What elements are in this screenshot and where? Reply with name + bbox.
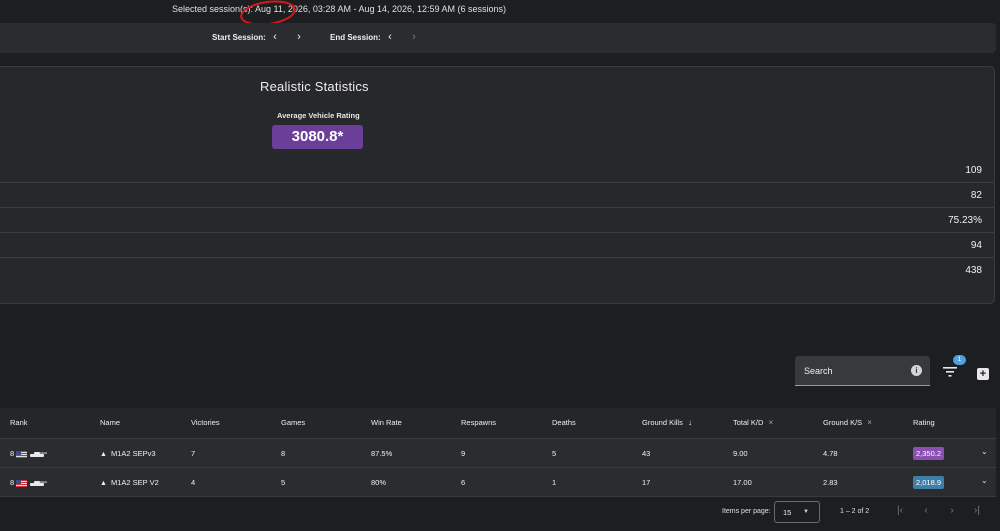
column-header-ground-kills[interactable]: Ground Kills ↓ — [642, 418, 692, 427]
victories-cell: 4 — [191, 478, 196, 487]
tank-icon — [30, 451, 48, 457]
column-header-total-kd[interactable]: Total K/D × — [733, 418, 773, 427]
stats-title: Realistic Statistics — [260, 79, 369, 94]
us-flag-icon — [16, 450, 28, 458]
next-page-icon[interactable]: › — [946, 505, 958, 516]
expand-row-icon[interactable]: ⌄ — [981, 447, 988, 456]
average-vehicle-rating-label: Average Vehicle Rating — [277, 111, 360, 120]
sort-descending-icon[interactable]: ↓ — [688, 418, 692, 427]
column-header-rank[interactable]: Rank — [10, 418, 28, 427]
start-session-label: Start Session: — [212, 33, 266, 42]
column-header-games[interactable]: Games — [281, 418, 305, 427]
items-per-page-label: Items per page: — [722, 508, 771, 515]
rank-value: 8 — [10, 449, 15, 458]
respawns-cell: 9 — [461, 449, 466, 458]
column-header-rating[interactable]: Rating — [913, 418, 935, 427]
rank-cell: 8 — [10, 478, 48, 487]
column-header-name[interactable]: Name — [100, 418, 120, 427]
stat-value: 109 — [965, 165, 982, 176]
info-icon[interactable]: i — [911, 365, 922, 376]
column-header-deaths[interactable]: Deaths — [552, 418, 576, 427]
session-navigation-bar — [0, 23, 996, 53]
total-kd-label: Total K/D — [733, 418, 764, 427]
stat-value: 75.23% — [948, 215, 982, 226]
games-cell: 5 — [281, 478, 286, 487]
expand-row-icon[interactable]: ⌄ — [981, 476, 988, 485]
respawns-cell: 6 — [461, 478, 466, 487]
vehicle-class-icon: ▲ — [100, 480, 107, 487]
dropdown-caret-icon: ▼ — [803, 509, 809, 515]
start-session-next-button[interactable]: › — [292, 30, 306, 44]
total-kd-cell: 9.00 — [733, 449, 748, 458]
ground-kills-cell: 17 — [642, 478, 651, 487]
vehicle-name: M1A2 SEPv3 — [110, 449, 156, 458]
prev-page-icon[interactable]: ‹ — [920, 505, 932, 516]
stat-value: 82 — [970, 190, 982, 201]
rating-badge: 2,018.9 — [913, 476, 945, 489]
games-cell: 8 — [281, 449, 286, 458]
end-session-prev-button[interactable]: ‹ — [383, 30, 397, 44]
win-rate-cell: 80% — [371, 478, 387, 487]
tank-icon — [30, 480, 48, 486]
deaths-cell: 5 — [552, 449, 557, 458]
deaths-cell: 1 — [552, 478, 557, 487]
column-header-respawns[interactable]: Respawns — [461, 418, 496, 427]
start-session-prev-button[interactable]: ‹ — [268, 30, 282, 44]
column-header-victories[interactable]: Victories — [191, 418, 220, 427]
ground-ks-cell: 4.78 — [823, 449, 838, 458]
stat-value: 438 — [965, 265, 982, 276]
filter-count-badge: 1 — [953, 355, 966, 365]
column-header-ground-ks[interactable]: Ground K/S × — [823, 418, 872, 427]
add-column-icon[interactable]: + — [977, 368, 989, 380]
average-vehicle-rating-value: 3080.8* — [272, 125, 363, 149]
rank-value: 8 — [10, 478, 15, 487]
name-cell: ▲ M1A2 SEP V2 — [100, 478, 159, 487]
stat-row — [0, 158, 994, 183]
stat-row — [0, 233, 994, 258]
rating-badge: 2,350.2 — [913, 447, 945, 460]
vehicle-name: M1A2 SEP V2 — [110, 478, 159, 487]
ground-kills-label: Ground Kills — [642, 418, 683, 427]
items-per-page-select[interactable] — [774, 501, 820, 523]
total-kd-cell: 17.00 — [733, 478, 752, 487]
first-page-icon[interactable]: |‹ — [894, 505, 906, 516]
end-session-next-button[interactable]: › — [407, 30, 421, 44]
stat-row — [0, 208, 994, 233]
remove-column-icon[interactable]: × — [867, 418, 872, 427]
ground-ks-cell: 2.83 — [823, 478, 838, 487]
ground-ks-label: Ground K/S — [823, 418, 863, 427]
us-flag-icon — [16, 479, 28, 487]
search-label: Search — [804, 366, 833, 376]
pager-range-label: 1 – 2 of 2 — [840, 508, 870, 515]
ground-kills-cell: 43 — [642, 449, 651, 458]
column-header-win-rate[interactable]: Win Rate — [371, 418, 402, 427]
name-cell: ▲ M1A2 SEPv3 — [100, 449, 156, 458]
end-session-label: End Session: — [330, 33, 381, 42]
filter-icon[interactable] — [943, 366, 957, 378]
vehicle-class-icon: ▲ — [100, 451, 107, 458]
rank-cell: 8 — [10, 449, 48, 458]
remove-column-icon[interactable]: × — [769, 418, 774, 427]
stat-value: 94 — [970, 240, 982, 251]
stat-row — [0, 183, 994, 208]
items-per-page-value: 15 — [783, 508, 792, 517]
win-rate-cell: 87.5% — [371, 449, 393, 458]
victories-cell: 7 — [191, 449, 196, 458]
selected-sessions-text: Selected session(s): Aug 11, 2026, 03:28… — [172, 4, 507, 14]
last-page-icon[interactable]: ›| — [971, 505, 983, 516]
